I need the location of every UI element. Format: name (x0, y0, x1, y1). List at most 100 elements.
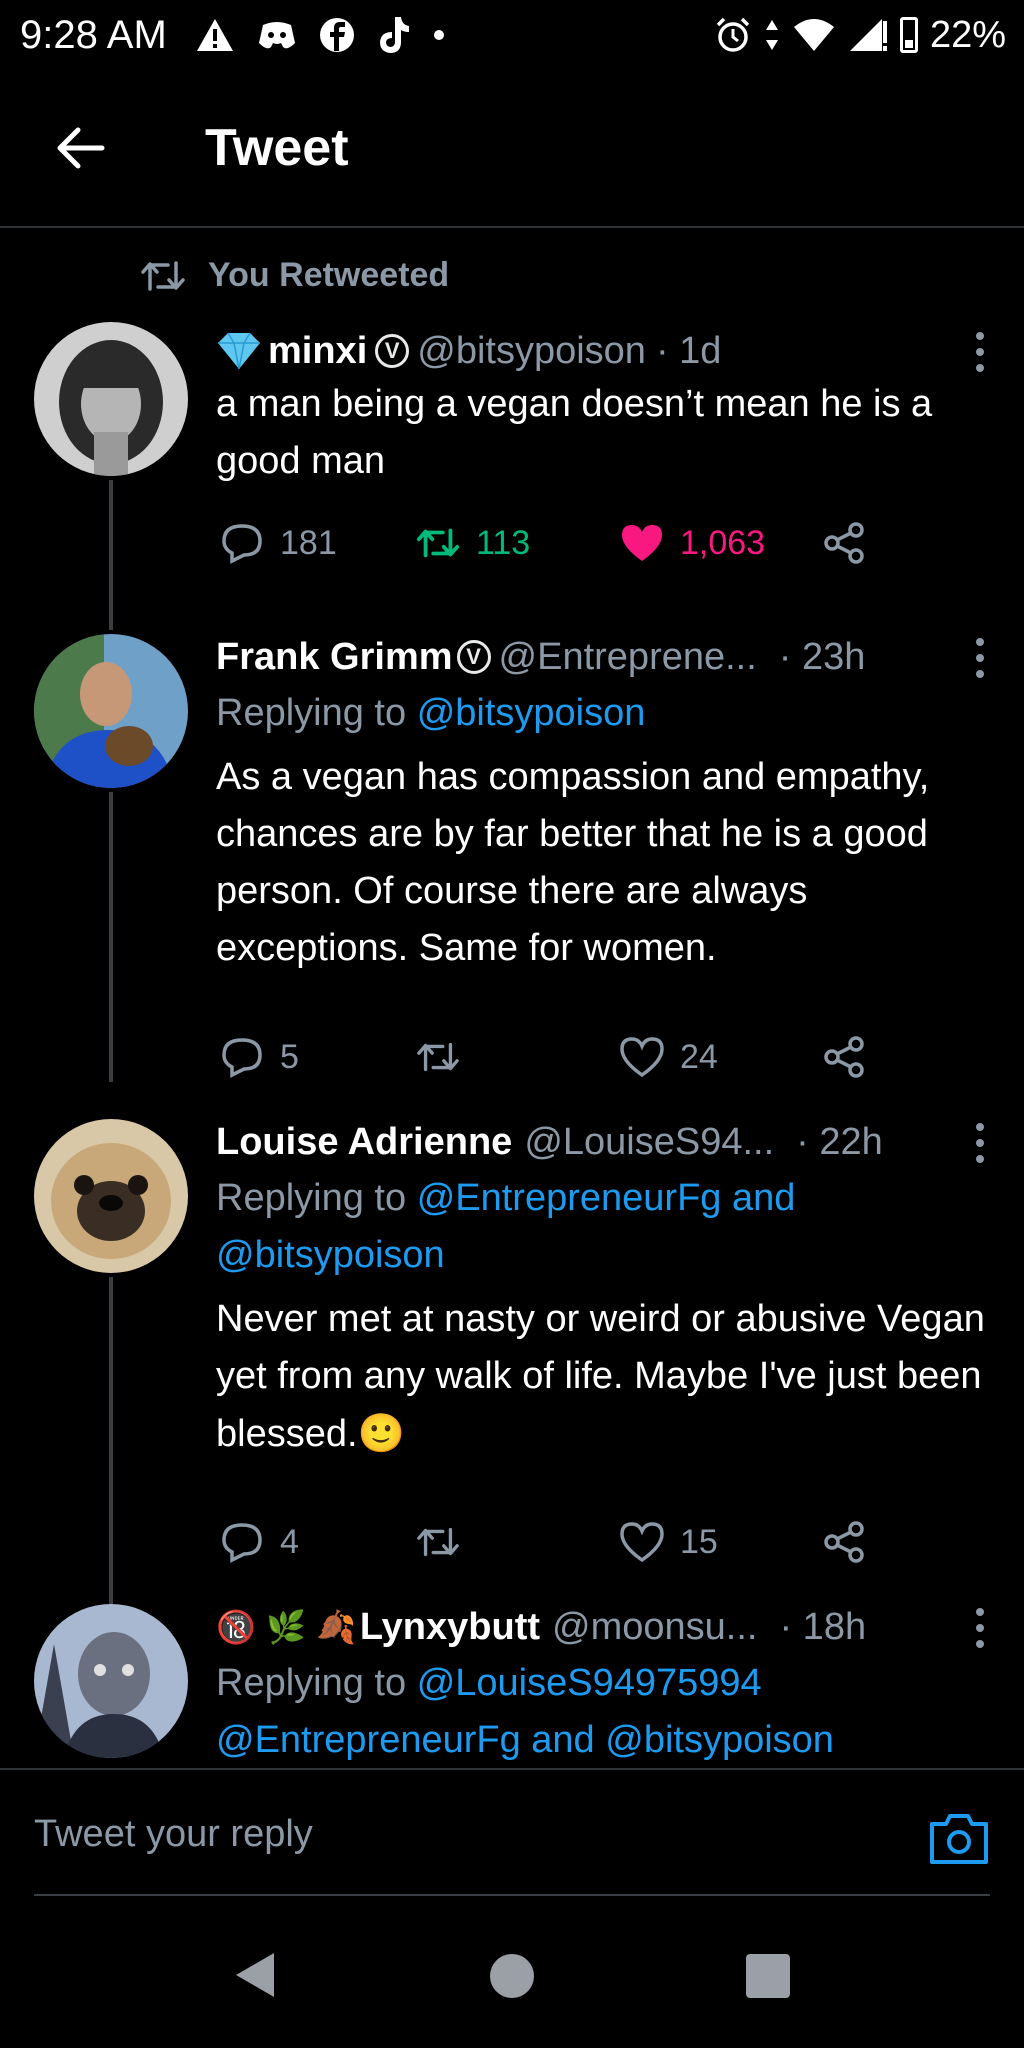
reply-button[interactable]: 4 (220, 1517, 299, 1567)
tweet-main[interactable]: minxi V @bitsypoison · 1d a man being a … (0, 318, 1024, 630)
reply-count: 181 (280, 523, 337, 562)
retweet-button[interactable] (416, 1517, 460, 1567)
status-bar: 9:28 AM 22% (0, 0, 1024, 70)
author-handle[interactable]: @LouiseS94... (524, 1119, 774, 1165)
tweet-time: · 1d (655, 330, 722, 372)
heart-filled-icon (622, 525, 662, 561)
retweet-button[interactable]: 113 (416, 518, 530, 568)
input-underline (34, 1894, 990, 1896)
thread-connector (109, 792, 113, 1082)
tweet-text: Never met at nasty or weird or abusive V… (216, 1291, 994, 1463)
retweet-context: You Retweeted (140, 256, 449, 295)
share-icon (824, 522, 864, 564)
tweet-header: 🔞 🌿 🍂 Lynxybutt @moonsu... · 18h (216, 1604, 964, 1650)
reply-icon (222, 1523, 262, 1563)
like-count: 15 (680, 1522, 718, 1561)
avatar[interactable] (34, 322, 188, 476)
reply-icon (222, 524, 262, 564)
tweet-header: Frank Grimm V @Entreprene... · 23h (216, 634, 964, 680)
dot-icon (434, 30, 444, 40)
replying-to: Replying to @bitsypoison (216, 685, 984, 742)
heart-icon (620, 1037, 664, 1078)
avatar[interactable] (34, 634, 188, 788)
share-button[interactable] (822, 1032, 866, 1082)
name-emoji-prefix: 🔞 🌿 🍂 (216, 1608, 356, 1646)
tweet-text: a man being a vegan doesn’t mean he is a… (216, 383, 933, 482)
mention-link[interactable]: @bitsypoison (417, 692, 646, 734)
page-title: Tweet (205, 119, 349, 177)
nav-back-icon[interactable] (228, 1948, 282, 2002)
author-name[interactable]: Louise Adrienne (216, 1119, 512, 1165)
reply-tweet[interactable]: 🔞 🌿 🍂 Lynxybutt @moonsu... · 18h Replyin… (0, 1600, 1024, 1768)
like-button[interactable]: 15 (620, 1517, 718, 1567)
author-name[interactable]: Frank Grimm (216, 634, 453, 680)
tweet-actions: 4 15 (216, 1517, 876, 1567)
wifi-icon (793, 19, 834, 51)
more-options-icon[interactable] (974, 638, 986, 678)
signal-icon (849, 19, 887, 51)
nav-home-icon[interactable] (490, 1954, 534, 1998)
retweet-icon (416, 528, 460, 558)
battery-level: 22% (929, 13, 1006, 56)
retweet-icon (141, 260, 185, 291)
nav-recents-icon[interactable] (746, 1954, 790, 1998)
author-name[interactable]: Lynxybutt (360, 1604, 540, 1650)
facebook-icon (320, 18, 354, 52)
author-name[interactable]: minxi (268, 328, 367, 374)
retweet-label: You Retweeted (208, 256, 450, 294)
top-app-bar: Tweet (0, 70, 1024, 228)
reply-input[interactable]: Tweet your reply (34, 1794, 934, 1874)
verified-icon: V (375, 334, 410, 368)
back-arrow-icon[interactable] (50, 118, 110, 178)
replying-to-prefix: Replying to (216, 1177, 407, 1219)
like-button[interactable]: 24 (620, 1032, 718, 1082)
tweet-header: Louise Adrienne @LouiseS94... · 22h (216, 1119, 964, 1165)
battery-icon (899, 17, 918, 53)
heart-icon (620, 1522, 664, 1563)
tweet-actions: 181 113 1,063 (216, 518, 876, 568)
reply-tweet[interactable]: Frank Grimm V @Entreprene... · 23h Reply… (0, 630, 1024, 1090)
tweet-time: · 22h (796, 1121, 883, 1163)
retweet-icon (417, 1042, 459, 1072)
avatar[interactable] (34, 1604, 188, 1758)
like-count: 24 (680, 1037, 718, 1076)
system-nav-bar (0, 1900, 1024, 2048)
warning-icon (197, 19, 233, 51)
tweet-header: minxi V @bitsypoison · 1d (216, 328, 964, 374)
thread-connector (109, 480, 113, 630)
reply-button[interactable]: 181 (220, 518, 337, 568)
tweet-text: As a vegan has compassion and empathy, c… (216, 756, 930, 969)
author-handle[interactable]: @Entreprene... (499, 634, 757, 680)
reply-count: 5 (280, 1037, 299, 1076)
author-handle[interactable]: @bitsypoison (417, 328, 646, 374)
retweet-count: 113 (476, 523, 531, 562)
replying-to-prefix: Replying to (216, 1662, 407, 1704)
verified-icon: V (456, 640, 491, 674)
smiley-emoji: 🙂 (357, 1411, 405, 1455)
avatar[interactable] (34, 1119, 188, 1273)
diamond-icon (218, 332, 260, 370)
reply-tweet[interactable]: Louise Adrienne @LouiseS94... · 22h Repl… (0, 1115, 1024, 1719)
more-options-icon[interactable] (974, 1608, 986, 1648)
retweet-button[interactable] (416, 1032, 460, 1082)
share-button[interactable] (822, 1517, 866, 1567)
reply-button[interactable]: 5 (220, 1032, 299, 1082)
like-count: 1,063 (680, 523, 766, 562)
status-right: 22% (714, 12, 1006, 58)
share-button[interactable] (822, 518, 866, 568)
camera-icon[interactable] (928, 1810, 990, 1866)
more-options-icon[interactable] (974, 1123, 986, 1163)
tweet-actions: 5 24 (216, 1032, 876, 1082)
tiktok-icon (380, 17, 409, 53)
data-arrows-icon (765, 20, 778, 50)
tweet-time: · 18h (779, 1606, 867, 1648)
replying-to: Replying to @LouiseS94975994 @Entreprene… (216, 1655, 936, 1768)
reply-icon (222, 1038, 262, 1078)
author-handle[interactable]: @moonsu... (552, 1604, 757, 1650)
like-button[interactable]: 1,063 (620, 518, 765, 568)
replying-to-prefix: Replying to (216, 692, 407, 734)
alarm-icon (716, 17, 750, 52)
share-icon (824, 1036, 864, 1078)
more-options-icon[interactable] (974, 332, 986, 372)
reply-count: 4 (280, 1522, 299, 1561)
